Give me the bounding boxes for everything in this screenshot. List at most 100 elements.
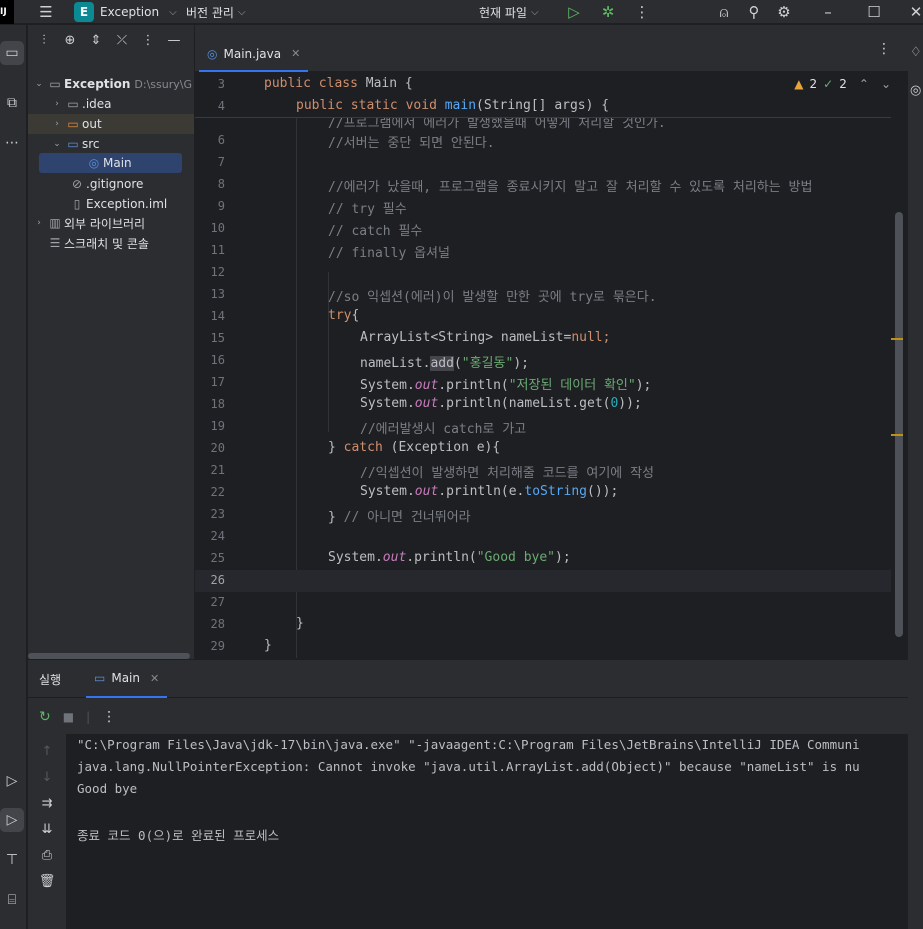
tab-main-java[interactable]: ◎ Main.java ✕ <box>199 37 309 72</box>
line-number: 18 <box>210 397 225 411</box>
soft-wrap-icon[interactable]: ⇉ <box>38 796 56 811</box>
code-token: System. <box>360 378 415 393</box>
run-panel-title: 실행 <box>39 673 62 687</box>
minimize-button[interactable]: – <box>816 0 840 24</box>
debug-button[interactable]: ✲ <box>596 0 620 24</box>
trash-icon[interactable]: 🗑 <box>38 874 56 889</box>
maximize-button[interactable]: ☐ <box>862 0 886 24</box>
code-token: .println( <box>406 550 477 565</box>
hide-icon[interactable]: — <box>164 33 184 48</box>
main-menu-button[interactable]: ☰ <box>34 0 58 24</box>
tree-item-project-root[interactable]: ⌄ ▭ Exception D:\ssury\G <box>32 74 194 94</box>
line-number: 15 <box>210 331 225 345</box>
tree-item-out[interactable]: › ▭ out <box>28 114 194 134</box>
code-token: out <box>414 378 439 393</box>
close-window-button[interactable]: ✕ <box>904 0 923 24</box>
tab-run-main[interactable]: ▭ Main ✕ <box>86 660 168 698</box>
run-config-selector[interactable]: 현재 파일 ⌵ <box>479 0 539 24</box>
check-icon: ✓ <box>823 77 834 91</box>
code-area[interactable]: 6 7 8 9 10 11 12 13 14 15 16 17 18 19 20… <box>195 72 923 659</box>
settings-button[interactable]: ⚙ <box>772 0 796 24</box>
code-token: )); <box>618 396 642 411</box>
warning-marker[interactable] <box>891 338 903 340</box>
warning-marker[interactable] <box>891 434 903 436</box>
code-token: .println(nameList.get( <box>438 396 611 411</box>
console-side-toolbar: ↑ ↓ ⇉ ⇊ ⎙ 🗑 <box>28 734 65 929</box>
line-number: 22 <box>210 485 225 499</box>
structure-icon[interactable]: ⧉ <box>0 91 24 115</box>
console-output[interactable]: "C:\Program Files\Java\jdk-17\bin\java.e… <box>66 734 908 929</box>
code-token: { <box>351 308 360 323</box>
tree-item-external-libraries[interactable]: › ▥ 외부 라이브러리 <box>32 213 194 233</box>
rerun-icon[interactable]: ↻ <box>39 709 51 725</box>
code-line: //서버는 중단 되면 안된다. <box>328 136 495 151</box>
close-icon[interactable]: ✕ <box>291 47 300 60</box>
services-icon[interactable]: ▷ <box>0 769 24 793</box>
tree-item-gitignore[interactable]: ⊘ .gitignore <box>68 174 194 194</box>
code-token: "홍길동" <box>461 356 514 371</box>
run-config-label: 현재 파일 <box>479 5 527 20</box>
expand-all-icon[interactable]: ⇕ <box>86 33 106 48</box>
project-selector[interactable]: E Exception ⌵ <box>74 0 177 24</box>
options-icon[interactable]: ⋮ <box>138 33 158 48</box>
folder-icon: ▭ <box>49 77 61 91</box>
ai-assistant-icon[interactable]: ◎ <box>910 83 921 98</box>
tree-item-main[interactable]: ◎ Main <box>39 153 182 173</box>
chevron-down-icon: ⌵ <box>169 6 177 18</box>
line-number: 6 <box>217 133 225 147</box>
code-token: out <box>382 550 407 565</box>
search-button[interactable]: ⚲ <box>742 0 766 24</box>
terminal-icon[interactable]: ⌸ <box>0 888 24 912</box>
tree-item-idea[interactable]: › ▭ .idea <box>50 94 194 114</box>
more-horizontal-icon[interactable]: ⋯ <box>0 131 24 155</box>
run-tool-icon[interactable]: ▷ <box>0 808 24 832</box>
collapse-icon[interactable]: ⫶ <box>34 33 54 48</box>
code-line: System.out.println(e.toString()); <box>360 484 618 499</box>
chevron-up-icon[interactable]: ⌃ <box>859 77 869 91</box>
collapse-all-icon[interactable]: ⤫ <box>112 33 132 48</box>
inspection-widget[interactable]: ▲ 2 ✓ 2 ⌃ ⌄ <box>794 77 891 91</box>
chevron-right-icon: › <box>55 119 59 129</box>
code-token: public <box>264 76 311 91</box>
code-line: nameList.add("홍길동"); <box>360 352 529 371</box>
horizontal-scrollbar[interactable] <box>28 653 190 659</box>
code-token: .println( <box>438 378 509 393</box>
code-token: toString <box>524 484 587 499</box>
folder-icon[interactable]: ▭ <box>0 41 24 65</box>
code-token: class <box>318 76 358 91</box>
more-vertical-icon[interactable]: ⋮ <box>877 41 891 57</box>
notifications-icon[interactable]: ♢ <box>910 45 922 60</box>
vcs-menu[interactable]: 버전 관리 ⌵ <box>186 0 246 24</box>
line-number: 20 <box>210 441 225 455</box>
locate-icon[interactable]: ⊕ <box>60 33 80 48</box>
tree-item-label: .idea <box>82 97 112 111</box>
print-icon[interactable]: ⎙ <box>38 848 56 863</box>
source-folder-icon: ▭ <box>67 137 79 151</box>
code-token: "Good bye" <box>476 550 556 565</box>
code-token: } <box>328 510 344 525</box>
arrow-down-icon[interactable]: ↓ <box>38 770 56 785</box>
add-user-button[interactable]: ⍝ <box>712 0 736 24</box>
maximize-icon: ☐ <box>867 3 881 21</box>
more-actions-button[interactable]: ⋮ <box>630 0 654 24</box>
code-line: ArrayList<String> nameList=null; <box>360 330 610 345</box>
code-line: System.out.println(nameList.get(0)); <box>360 396 642 411</box>
arrow-up-icon[interactable]: ↑ <box>38 744 56 759</box>
stop-icon[interactable]: ■ <box>63 710 74 724</box>
more-vertical-icon[interactable]: ⋮ <box>102 709 116 725</box>
code-line: // try 필수 <box>328 202 407 217</box>
tree-item-src[interactable]: ⌄ ▭ src <box>50 134 194 154</box>
build-icon[interactable]: ⊤ <box>0 848 24 872</box>
hamburger-icon: ☰ <box>39 3 53 21</box>
run-button[interactable]: ▷ <box>562 0 586 24</box>
project-name: Exception <box>100 5 160 19</box>
line-number: 16 <box>210 353 225 367</box>
tree-item-scratches[interactable]: ☰ 스크래치 및 콘솔 <box>46 233 194 253</box>
tree-item-iml[interactable]: ▯ Exception.iml <box>68 194 194 214</box>
close-icon[interactable]: ✕ <box>150 672 159 685</box>
weak-warning-count: 2 <box>839 77 847 91</box>
vertical-scrollbar[interactable] <box>895 212 903 637</box>
scroll-to-end-icon[interactable]: ⇊ <box>38 822 56 837</box>
code-token: } <box>328 440 344 455</box>
chevron-down-icon[interactable]: ⌄ <box>881 77 891 91</box>
